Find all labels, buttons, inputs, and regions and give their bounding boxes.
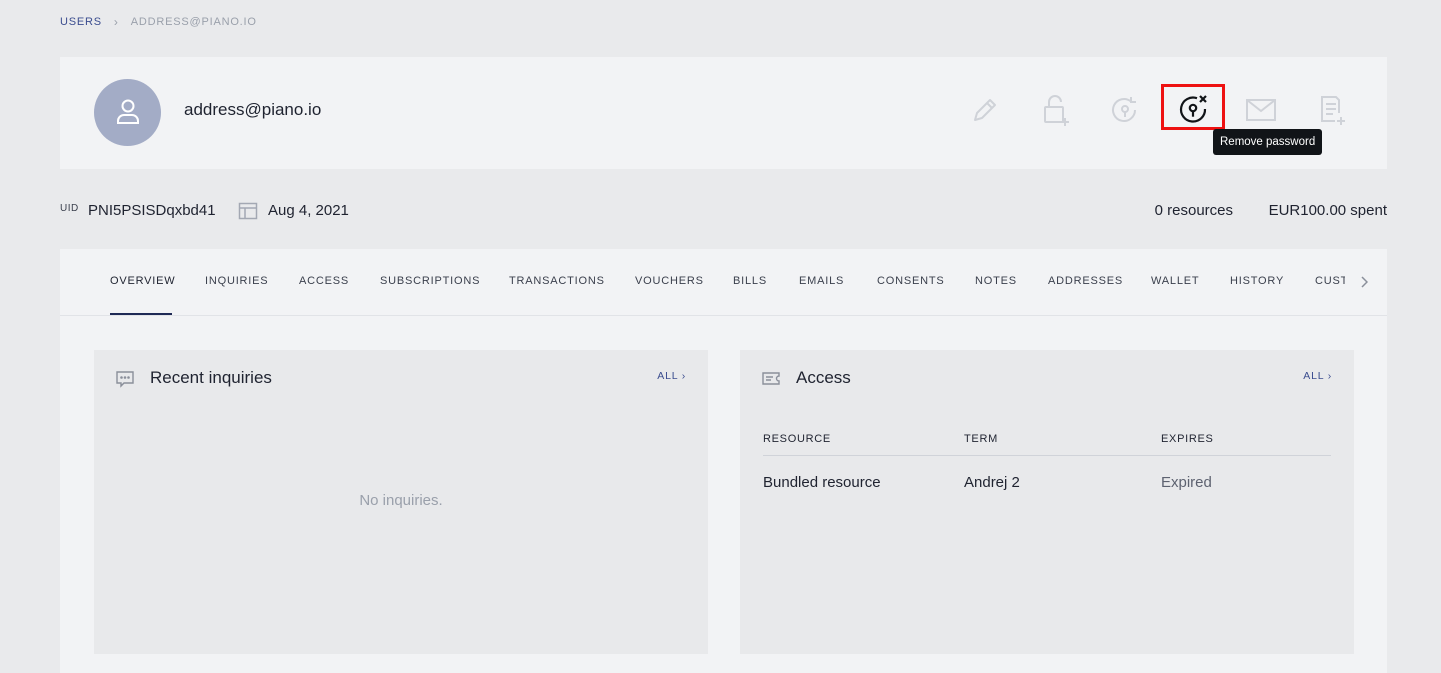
chat-bubble-icon: [116, 371, 134, 388]
user-email: address@piano.io: [184, 100, 322, 119]
panel-title: Recent inquiries: [150, 368, 272, 387]
recent-inquiries-panel: Recent inquiries ALL › No inquiries.: [94, 350, 708, 654]
column-header-expires: EXPIRES: [1161, 433, 1214, 445]
tab-access[interactable]: ACCESS: [299, 275, 349, 287]
ticket-icon: [762, 372, 780, 385]
view-all-inquiries-link[interactable]: ALL ›: [657, 370, 686, 382]
send-email-button[interactable]: [1244, 93, 1278, 127]
active-tab-indicator: [110, 313, 172, 315]
mail-icon: [1246, 99, 1276, 121]
reset-password-icon: [1112, 97, 1136, 122]
amount-spent: EUR100.00 spent: [1268, 202, 1387, 219]
panel-title: Access: [796, 368, 851, 387]
pencil-icon: [974, 99, 996, 121]
empty-state-message: No inquiries.: [359, 492, 443, 509]
reset-password-button[interactable]: [1108, 93, 1142, 127]
column-header-term: TERM: [964, 433, 998, 445]
unlock-add-icon: [1044, 95, 1069, 126]
calendar-icon: [238, 202, 258, 220]
tab-notes[interactable]: NOTES: [975, 275, 1017, 287]
document-add-icon: [1321, 96, 1345, 125]
breadcrumb-users-link[interactable]: USERS: [60, 16, 102, 28]
view-all-access-link[interactable]: ALL ›: [1303, 370, 1332, 382]
tab-overview[interactable]: OVERVIEW: [110, 275, 176, 287]
tab-custom-fields[interactable]: CUSTOM FIELDS: [1315, 275, 1345, 287]
tabs-scroll-right-button[interactable]: [1354, 271, 1374, 293]
tab-inquiries[interactable]: INQUIRIES: [205, 275, 268, 287]
content-card: OVERVIEW INQUIRIES ACCESS SUBSCRIPTIONS …: [60, 249, 1387, 673]
add-note-button[interactable]: [1315, 93, 1349, 127]
table-divider: [763, 455, 1331, 456]
column-header-resource: RESOURCE: [763, 433, 831, 445]
user-header-card: address@piano.io Remove password: [60, 57, 1387, 169]
avatar: [94, 79, 161, 146]
uid-label: UID: [60, 203, 79, 214]
tab-history[interactable]: HISTORY: [1230, 275, 1284, 287]
uid-value: PNI5PSISDqxbd41: [88, 202, 216, 219]
highlight-box: [1161, 84, 1225, 130]
tab-bar: OVERVIEW INQUIRIES ACCESS SUBSCRIPTIONS …: [60, 249, 1387, 316]
user-icon: [117, 99, 139, 124]
tab-overflow-clip: CUSTOM FIELDS: [1315, 269, 1345, 295]
breadcrumb-current: ADDRESS@PIANO.IO: [130, 16, 257, 28]
chevron-right-icon: [1361, 276, 1368, 288]
tab-consents[interactable]: CONSENTS: [877, 275, 945, 287]
user-meta-row: UID PNI5PSISDqxbd41 Aug 4, 2021 0 resour…: [60, 200, 1387, 222]
tooltip: Remove password: [1213, 129, 1323, 155]
tab-transactions[interactable]: TRANSACTIONS: [509, 275, 605, 287]
created-date: Aug 4, 2021: [268, 202, 349, 219]
edit-user-button[interactable]: [968, 93, 1002, 127]
breadcrumb-separator: ›: [113, 15, 119, 29]
tab-emails[interactable]: EMAILS: [799, 275, 844, 287]
tab-bills[interactable]: BILLS: [733, 275, 767, 287]
resource-cell[interactable]: Bundled resource: [763, 474, 881, 491]
resources-count: 0 resources: [1154, 202, 1233, 219]
breadcrumb: USERS › ADDRESS@PIANO.IO: [60, 15, 257, 29]
access-panel: Access ALL › RESOURCE TERM EXPIRES Bundl…: [740, 350, 1354, 654]
tab-addresses[interactable]: ADDRESSES: [1048, 275, 1123, 287]
tab-vouchers[interactable]: VOUCHERS: [635, 275, 704, 287]
expires-cell: Expired: [1161, 474, 1212, 491]
term-cell[interactable]: Andrej 2: [964, 474, 1020, 491]
tab-wallet[interactable]: WALLET: [1151, 275, 1199, 287]
tab-subscriptions[interactable]: SUBSCRIPTIONS: [380, 275, 480, 287]
grant-access-button[interactable]: [1038, 93, 1072, 127]
